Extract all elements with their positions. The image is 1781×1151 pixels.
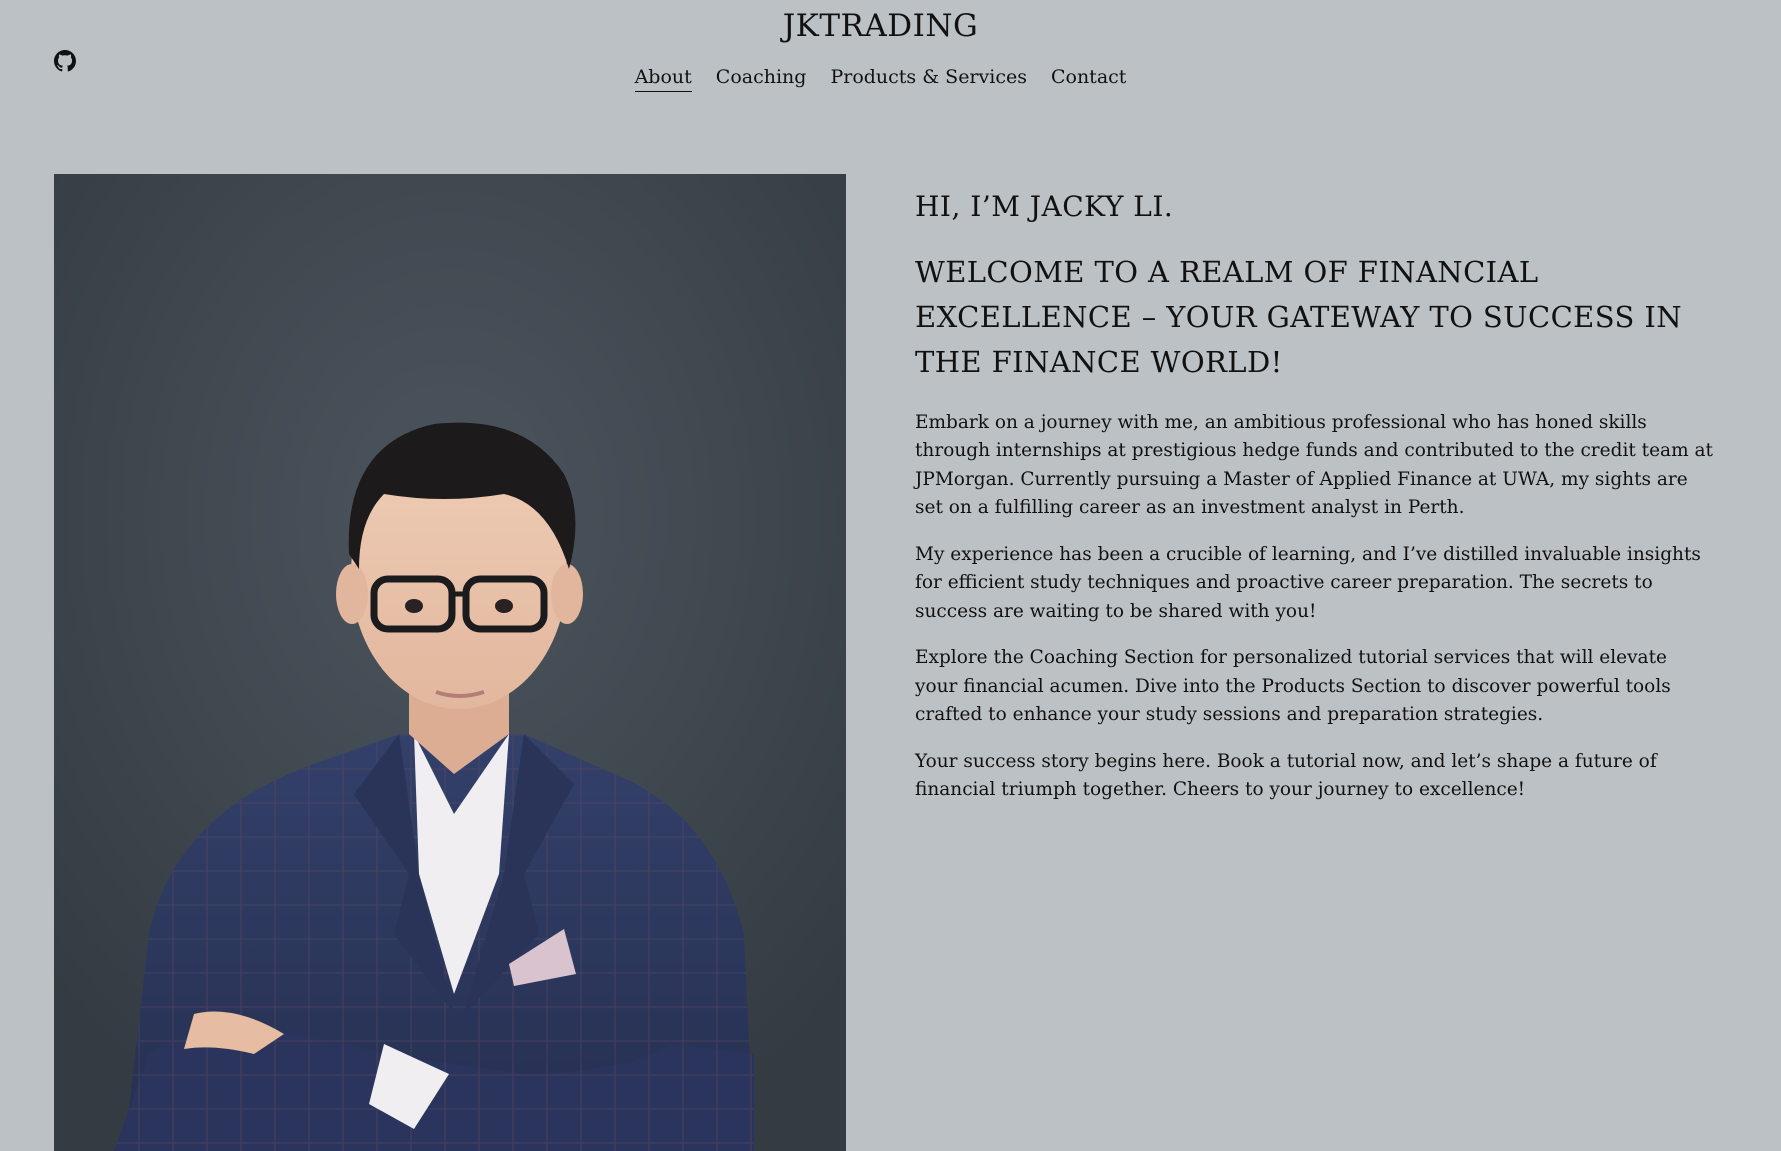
nav-item-contact[interactable]: Contact	[1051, 66, 1126, 92]
site-header: JKTRADING About Coaching Products & Serv…	[0, 0, 1781, 120]
site-title[interactable]: JKTRADING	[0, 8, 1761, 44]
explore-paragraph: Explore the Coaching Section for persona…	[915, 647, 1671, 726]
nav-item-about[interactable]: About	[634, 66, 692, 92]
main-nav: About Coaching Products & Services Conta…	[0, 66, 1761, 92]
intro-paragraph: Embark on a journey with me, an ambitiou…	[915, 411, 1713, 519]
cta-paragraph: Your success story begins here. Book a t…	[915, 750, 1657, 801]
nav-item-coaching[interactable]: Coaching	[716, 66, 807, 92]
greeting-heading: HI, I’M JACKY LI.	[915, 190, 1174, 223]
nav-item-products-services[interactable]: Products & Services	[830, 66, 1027, 92]
about-content: HI, I’M JACKY LI. WELCOME TO A REALM OF …	[915, 190, 1715, 823]
portrait-photo	[54, 174, 846, 1151]
welcome-headline: WELCOME TO A REALM OF FINANCIAL EXCELLEN…	[915, 254, 1683, 379]
experience-paragraph: My experience has been a crucible of lea…	[915, 543, 1701, 622]
